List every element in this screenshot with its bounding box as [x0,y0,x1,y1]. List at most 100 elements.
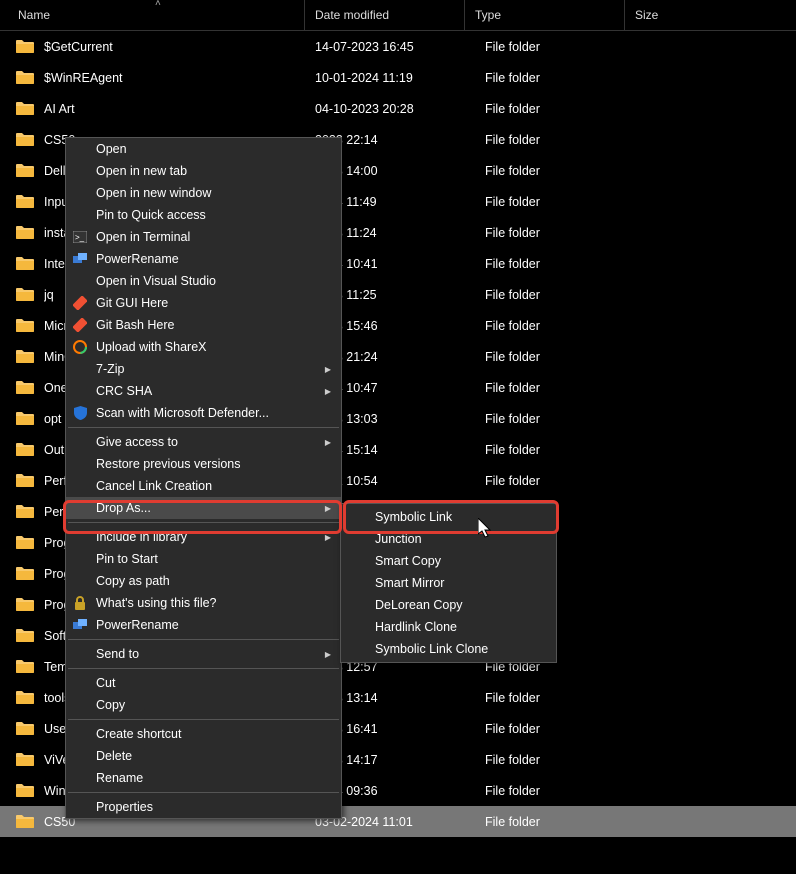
menu-item-label: Open in new window [96,186,211,200]
menu-item[interactable]: Open [66,138,341,160]
file-type: File folder [475,412,645,426]
lock-icon [72,595,88,611]
folder-icon [16,783,34,797]
sort-indicator-icon: ˄ [155,0,161,9]
menu-item-label: CRC SHA [96,384,152,398]
folder-icon [16,101,34,115]
folder-icon [16,504,34,518]
menu-item[interactable]: Include in library▶ [66,526,341,548]
powerrename-icon [72,251,88,267]
menu-item[interactable]: Restore previous versions [66,453,341,475]
submenu-arrow-icon: ▶ [325,533,331,542]
submenu-item[interactable]: Smart Mirror [341,572,556,594]
folder-icon [16,473,34,487]
menu-item-label: Git Bash Here [96,318,175,332]
table-row[interactable]: $WinREAgent10-01-2024 11:19File folder [0,62,796,93]
folder-icon [16,721,34,735]
menu-item-label: Cut [96,676,115,690]
menu-item[interactable]: Copy [66,694,341,716]
menu-item[interactable]: >_Open in Terminal [66,226,341,248]
file-type: File folder [475,381,645,395]
submenu-arrow-icon: ▶ [325,387,331,396]
menu-item[interactable]: 7-Zip▶ [66,358,341,380]
menu-separator [68,668,339,669]
file-type: File folder [475,319,645,333]
submenu-item[interactable]: Symbolic Link Clone [341,638,556,660]
menu-item-label: PowerRename [96,252,179,266]
file-type: File folder [475,691,645,705]
column-header-date[interactable]: Date modified [305,0,465,30]
submenu-item[interactable]: Hardlink Clone [341,616,556,638]
menu-item-label: PowerRename [96,618,179,632]
file-date: 14-07-2023 16:45 [305,40,475,54]
folder-icon [16,628,34,642]
folder-icon [16,535,34,549]
git-icon [72,317,88,333]
menu-item[interactable]: Properties [66,796,341,818]
menu-item[interactable]: Drop As...▶ [66,497,341,519]
folder-icon [16,659,34,673]
sharex-icon [72,339,88,355]
menu-item-label: Open in Visual Studio [96,274,216,288]
column-header-name[interactable]: Name [0,0,305,30]
menu-item[interactable]: Give access to▶ [66,431,341,453]
menu-item-label: Drop As... [96,501,151,515]
submenu-item-label: DeLorean Copy [375,598,463,612]
table-row[interactable]: AI Art04-10-2023 20:28File folder [0,93,796,124]
menu-item[interactable]: CRC SHA ▶ [66,380,341,402]
menu-item[interactable]: Cut [66,672,341,694]
submenu-item[interactable]: Junction [341,528,556,550]
folder-icon [16,690,34,704]
menu-item-label: Restore previous versions [96,457,241,471]
file-type: File folder [475,753,645,767]
submenu-arrow-icon: ▶ [325,650,331,659]
menu-item-label: Scan with Microsoft Defender... [96,406,269,420]
folder-icon [16,380,34,394]
submenu-item[interactable]: DeLorean Copy [341,594,556,616]
menu-item[interactable]: Pin to Quick access [66,204,341,226]
file-date: 10-01-2024 11:19 [305,71,475,85]
menu-item[interactable]: Open in Visual Studio [66,270,341,292]
table-row[interactable]: $GetCurrent14-07-2023 16:45File folder [0,31,796,62]
folder-icon [16,39,34,53]
menu-separator [68,639,339,640]
submenu-item-label: Symbolic Link [375,510,452,524]
menu-separator [68,792,339,793]
menu-item[interactable]: Create shortcut [66,723,341,745]
file-type: File folder [475,226,645,240]
menu-item[interactable]: PowerRename [66,614,341,636]
submenu-item-label: Junction [375,532,422,546]
submenu-item[interactable]: Symbolic Link [341,506,556,528]
folder-icon [16,256,34,270]
folder-icon [16,70,34,84]
column-header-size[interactable]: Size [625,0,796,30]
menu-item[interactable]: Upload with ShareX [66,336,341,358]
drop-as-submenu: Symbolic Link Junction Smart Copy Smart Mir… [340,503,557,663]
menu-item[interactable]: Delete [66,745,341,767]
menu-item-label: Open in Terminal [96,230,190,244]
shield-icon [72,405,88,421]
menu-item[interactable]: Git GUI Here [66,292,341,314]
menu-item[interactable]: Pin to Start [66,548,341,570]
menu-item[interactable]: Scan with Microsoft Defender... [66,402,341,424]
column-header-type[interactable]: Type [465,0,625,30]
file-type: File folder [475,288,645,302]
menu-item[interactable]: PowerRename [66,248,341,270]
menu-item-label: Rename [96,771,143,785]
menu-item[interactable]: Send to▶ [66,643,341,665]
submenu-item-label: Smart Copy [375,554,441,568]
menu-item[interactable]: Open in new window [66,182,341,204]
menu-item-label: Create shortcut [96,727,181,741]
menu-item[interactable]: Open in new tab [66,160,341,182]
context-menu: OpenOpen in new tab Open in new window Pin… [65,137,342,819]
folder-icon [16,194,34,208]
menu-item[interactable]: What's using this file? [66,592,341,614]
powerrename-icon [72,617,88,633]
file-type: File folder [475,164,645,178]
menu-separator [68,719,339,720]
menu-item[interactable]: Cancel Link Creation [66,475,341,497]
menu-item[interactable]: Git Bash Here [66,314,341,336]
menu-item[interactable]: Copy as path [66,570,341,592]
submenu-item[interactable]: Smart Copy [341,550,556,572]
menu-item[interactable]: Rename [66,767,341,789]
